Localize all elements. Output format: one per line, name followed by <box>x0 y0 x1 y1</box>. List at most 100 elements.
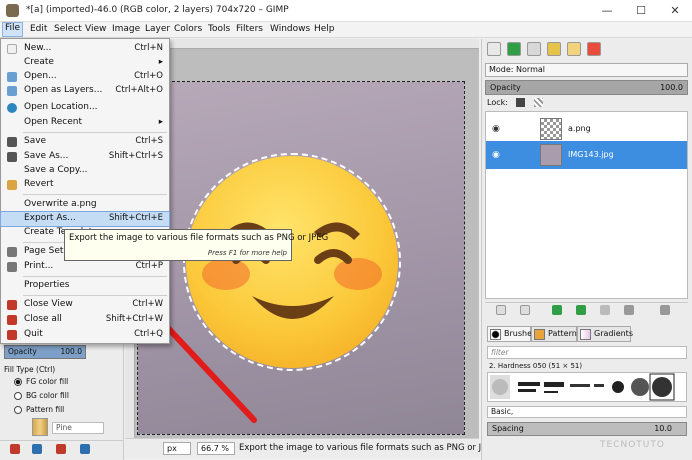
menu-help[interactable]: Help <box>314 24 335 34</box>
lock-alpha-icon[interactable] <box>534 98 544 107</box>
menu-item-label: Overwrite a.png <box>24 199 97 209</box>
delete-layer-icon[interactable] <box>660 305 670 315</box>
menu-item-new[interactable]: New... Ctrl+N <box>1 42 169 56</box>
undo-history-tab-icon[interactable] <box>547 42 561 56</box>
submenu-arrow-icon: ▸ <box>158 57 163 67</box>
layer-mode-select[interactable]: Mode: Normal <box>485 63 688 77</box>
menu-item-shortcut: Ctrl+N <box>134 43 163 53</box>
tab-brushes[interactable]: Brushes <box>487 326 536 342</box>
menu-item-label: Open Recent <box>24 117 83 127</box>
layer-thumbnail <box>540 144 562 166</box>
title-bar: *[a] (imported)-46.0 (RGB color, 2 layer… <box>0 0 692 22</box>
menu-select[interactable]: Select <box>54 24 82 34</box>
layer-row[interactable]: ◉ a.png <box>486 115 687 143</box>
fill-pattern-radio[interactable]: Pattern fill <box>14 405 64 414</box>
menu-separator <box>23 276 167 277</box>
tool-opacity-label: Opacity <box>8 347 37 356</box>
minimize-button[interactable]: — <box>590 0 624 22</box>
brush-grid[interactable] <box>487 372 687 402</box>
radio-selected-icon <box>14 378 22 386</box>
menu-item-print[interactable]: Print... Ctrl+P <box>1 260 169 274</box>
close-window-button[interactable]: ✕ <box>658 0 692 22</box>
menu-item-save[interactable]: Save Ctrl+S <box>1 135 169 149</box>
menu-item-close-view[interactable]: Close View Ctrl+W <box>1 298 169 312</box>
emoji-selection[interactable] <box>183 153 401 371</box>
maximize-button[interactable]: ☐ <box>624 0 658 22</box>
menu-item-properties[interactable]: Properties <box>1 279 169 293</box>
tab-patterns[interactable]: Patterns <box>531 326 581 342</box>
fill-bg-label: BG color fill <box>26 391 69 400</box>
menu-item-open[interactable]: Open... Ctrl+O <box>1 70 169 84</box>
menu-filters[interactable]: Filters <box>236 24 263 34</box>
layer-opacity-label: Opacity <box>490 83 521 92</box>
layer-name: a.png <box>568 124 591 133</box>
menu-item-overwrite[interactable]: Overwrite a.png <box>1 198 169 212</box>
brush-filter-input[interactable]: filter <box>487 346 687 359</box>
brush-spacing-slider[interactable]: Spacing 10.0 <box>487 422 687 436</box>
pattern-name-field: Pine <box>52 422 104 434</box>
delete-options-icon[interactable] <box>56 444 66 454</box>
reset-options-icon[interactable] <box>80 444 90 454</box>
menu-separator <box>23 295 167 296</box>
export-tooltip: Export the image to various file formats… <box>64 229 328 261</box>
menu-item-label: New... <box>24 43 52 53</box>
image-tab-icon[interactable] <box>567 42 581 56</box>
visibility-eye-icon[interactable]: ◉ <box>492 150 500 160</box>
menu-item-revert[interactable]: Revert <box>1 178 169 192</box>
menu-item-open-recent[interactable]: Open Recent ▸ <box>1 116 169 130</box>
quit-icon <box>7 330 17 340</box>
channels-tab-icon[interactable] <box>507 42 521 56</box>
menu-item-create[interactable]: Create ▸ <box>1 56 169 70</box>
layers-tab-icon[interactable] <box>487 42 501 56</box>
menu-item-open-as-layers[interactable]: Open as Layers... Ctrl+Alt+O <box>1 84 169 98</box>
menu-edit[interactable]: Edit <box>30 24 47 34</box>
tool-opacity-slider[interactable]: Opacity 100.0 <box>4 345 86 359</box>
menu-item-export-as[interactable]: Export As... Shift+Ctrl+E <box>0 211 170 227</box>
menu-item-quit[interactable]: Quit Ctrl+Q <box>1 328 169 342</box>
zoom-selector[interactable]: 66.7 % <box>197 442 235 455</box>
new-layer-group-icon[interactable] <box>520 305 530 315</box>
brush-preset-select[interactable]: Basic, <box>487 406 687 418</box>
restore-options-icon[interactable] <box>32 444 42 454</box>
menu-windows[interactable]: Windows <box>270 24 310 34</box>
lower-layer-icon[interactable] <box>576 305 586 315</box>
menu-item-shortcut: Ctrl+S <box>135 136 163 146</box>
save-options-icon[interactable] <box>10 444 20 454</box>
pattern-swatch[interactable] <box>32 418 48 436</box>
menu-item-open-location[interactable]: Open Location... <box>1 101 169 115</box>
menu-item-shortcut: Ctrl+O <box>134 71 163 81</box>
menu-item-save-copy[interactable]: Save a Copy... <box>1 164 169 178</box>
menu-item-close-all[interactable]: Close all Shift+Ctrl+W <box>1 313 169 327</box>
save-icon <box>7 137 17 147</box>
new-layer-icon[interactable] <box>496 305 506 315</box>
menu-view[interactable]: View <box>85 24 106 34</box>
brush-previews <box>490 373 675 401</box>
paths-tab-icon[interactable] <box>527 42 541 56</box>
menu-colors[interactable]: Colors <box>174 24 202 34</box>
layer-row-selected[interactable]: ◉ IMG143.jpg <box>486 141 687 169</box>
menu-item-label: Close all <box>24 314 62 324</box>
menu-item-label: Open Location... <box>24 102 98 112</box>
fill-fg-radio[interactable]: FG color fill <box>14 377 68 386</box>
status-bar: px 66.7 % Export the image to various fi… <box>125 438 498 458</box>
menu-tools[interactable]: Tools <box>208 24 230 34</box>
tab-gradients[interactable]: Gradients <box>577 326 633 342</box>
close-all-icon <box>7 315 17 325</box>
layer-opacity-slider[interactable]: Opacity 100.0 <box>485 80 688 95</box>
menu-separator <box>23 194 167 195</box>
menu-item-label: Open... <box>24 71 57 81</box>
colors-tab-icon[interactable] <box>587 42 601 56</box>
duplicate-layer-icon[interactable] <box>600 305 610 315</box>
menu-layer[interactable]: Layer <box>145 24 170 34</box>
anchor-layer-icon[interactable] <box>624 305 634 315</box>
menu-item-label: Create <box>24 57 54 67</box>
raise-layer-icon[interactable] <box>552 305 562 315</box>
menu-file[interactable]: File <box>1 22 24 37</box>
lock-pixels-icon[interactable] <box>516 98 526 107</box>
visibility-eye-icon[interactable]: ◉ <box>492 124 500 134</box>
menu-item-save-as[interactable]: Save As... Shift+Ctrl+S <box>1 150 169 164</box>
fill-bg-radio[interactable]: BG color fill <box>14 391 69 400</box>
menu-item-label: Save <box>24 136 47 146</box>
unit-selector[interactable]: px <box>163 442 191 455</box>
menu-image[interactable]: Image <box>112 24 140 34</box>
